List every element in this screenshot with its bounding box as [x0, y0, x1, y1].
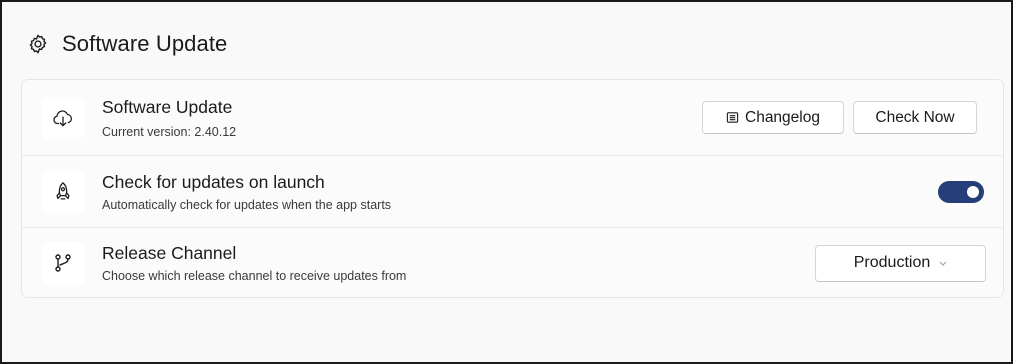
current-version-label: Current version: 2.40.12 [102, 124, 237, 139]
release-channel-description: Choose which release channel to receive … [102, 269, 407, 283]
release-channel-title: Release Channel [102, 243, 237, 263]
release-channel-row: Release Channel Choose which release cha… [22, 228, 1003, 297]
release-channel-dropdown[interactable]: Production [815, 244, 986, 282]
release-channel-text: Release Channel Choose which release cha… [102, 242, 406, 284]
page-header: Software Update [27, 28, 227, 60]
cloud-download-icon [42, 96, 84, 139]
check-now-label: Check Now [875, 108, 955, 126]
software-update-title: Software Update [102, 96, 233, 117]
check-on-launch-row: Check for updates on launch Automaticall… [22, 156, 1003, 228]
software-update-row: Software Update Current version: 2.40.12… [22, 80, 1003, 156]
app-window: Software Update Software Update Current … [0, 0, 1013, 364]
changelog-label: Changelog [745, 108, 820, 126]
page-title: Software Update [62, 31, 228, 56]
changelog-button[interactable]: Changelog [702, 101, 844, 134]
software-update-text: Software Update Current version: 2.40.12 [102, 96, 236, 140]
toggle-knob [967, 185, 979, 198]
check-now-button[interactable]: Check Now [853, 101, 977, 134]
document-list-icon [726, 111, 739, 124]
chevron-down-icon [939, 261, 947, 266]
release-channel-selected: Production [853, 254, 931, 271]
check-on-launch-text: Check for updates on launch Automaticall… [102, 171, 391, 213]
branch-icon [42, 242, 84, 284]
settings-card: Software Update Current version: 2.40.12… [21, 79, 1004, 298]
check-on-launch-title: Check for updates on launch [102, 171, 325, 192]
check-on-launch-description: Automatically check for updates when the… [102, 197, 392, 212]
gear-icon [27, 33, 49, 55]
check-on-launch-toggle[interactable] [938, 180, 984, 203]
rocket-icon [42, 170, 84, 213]
